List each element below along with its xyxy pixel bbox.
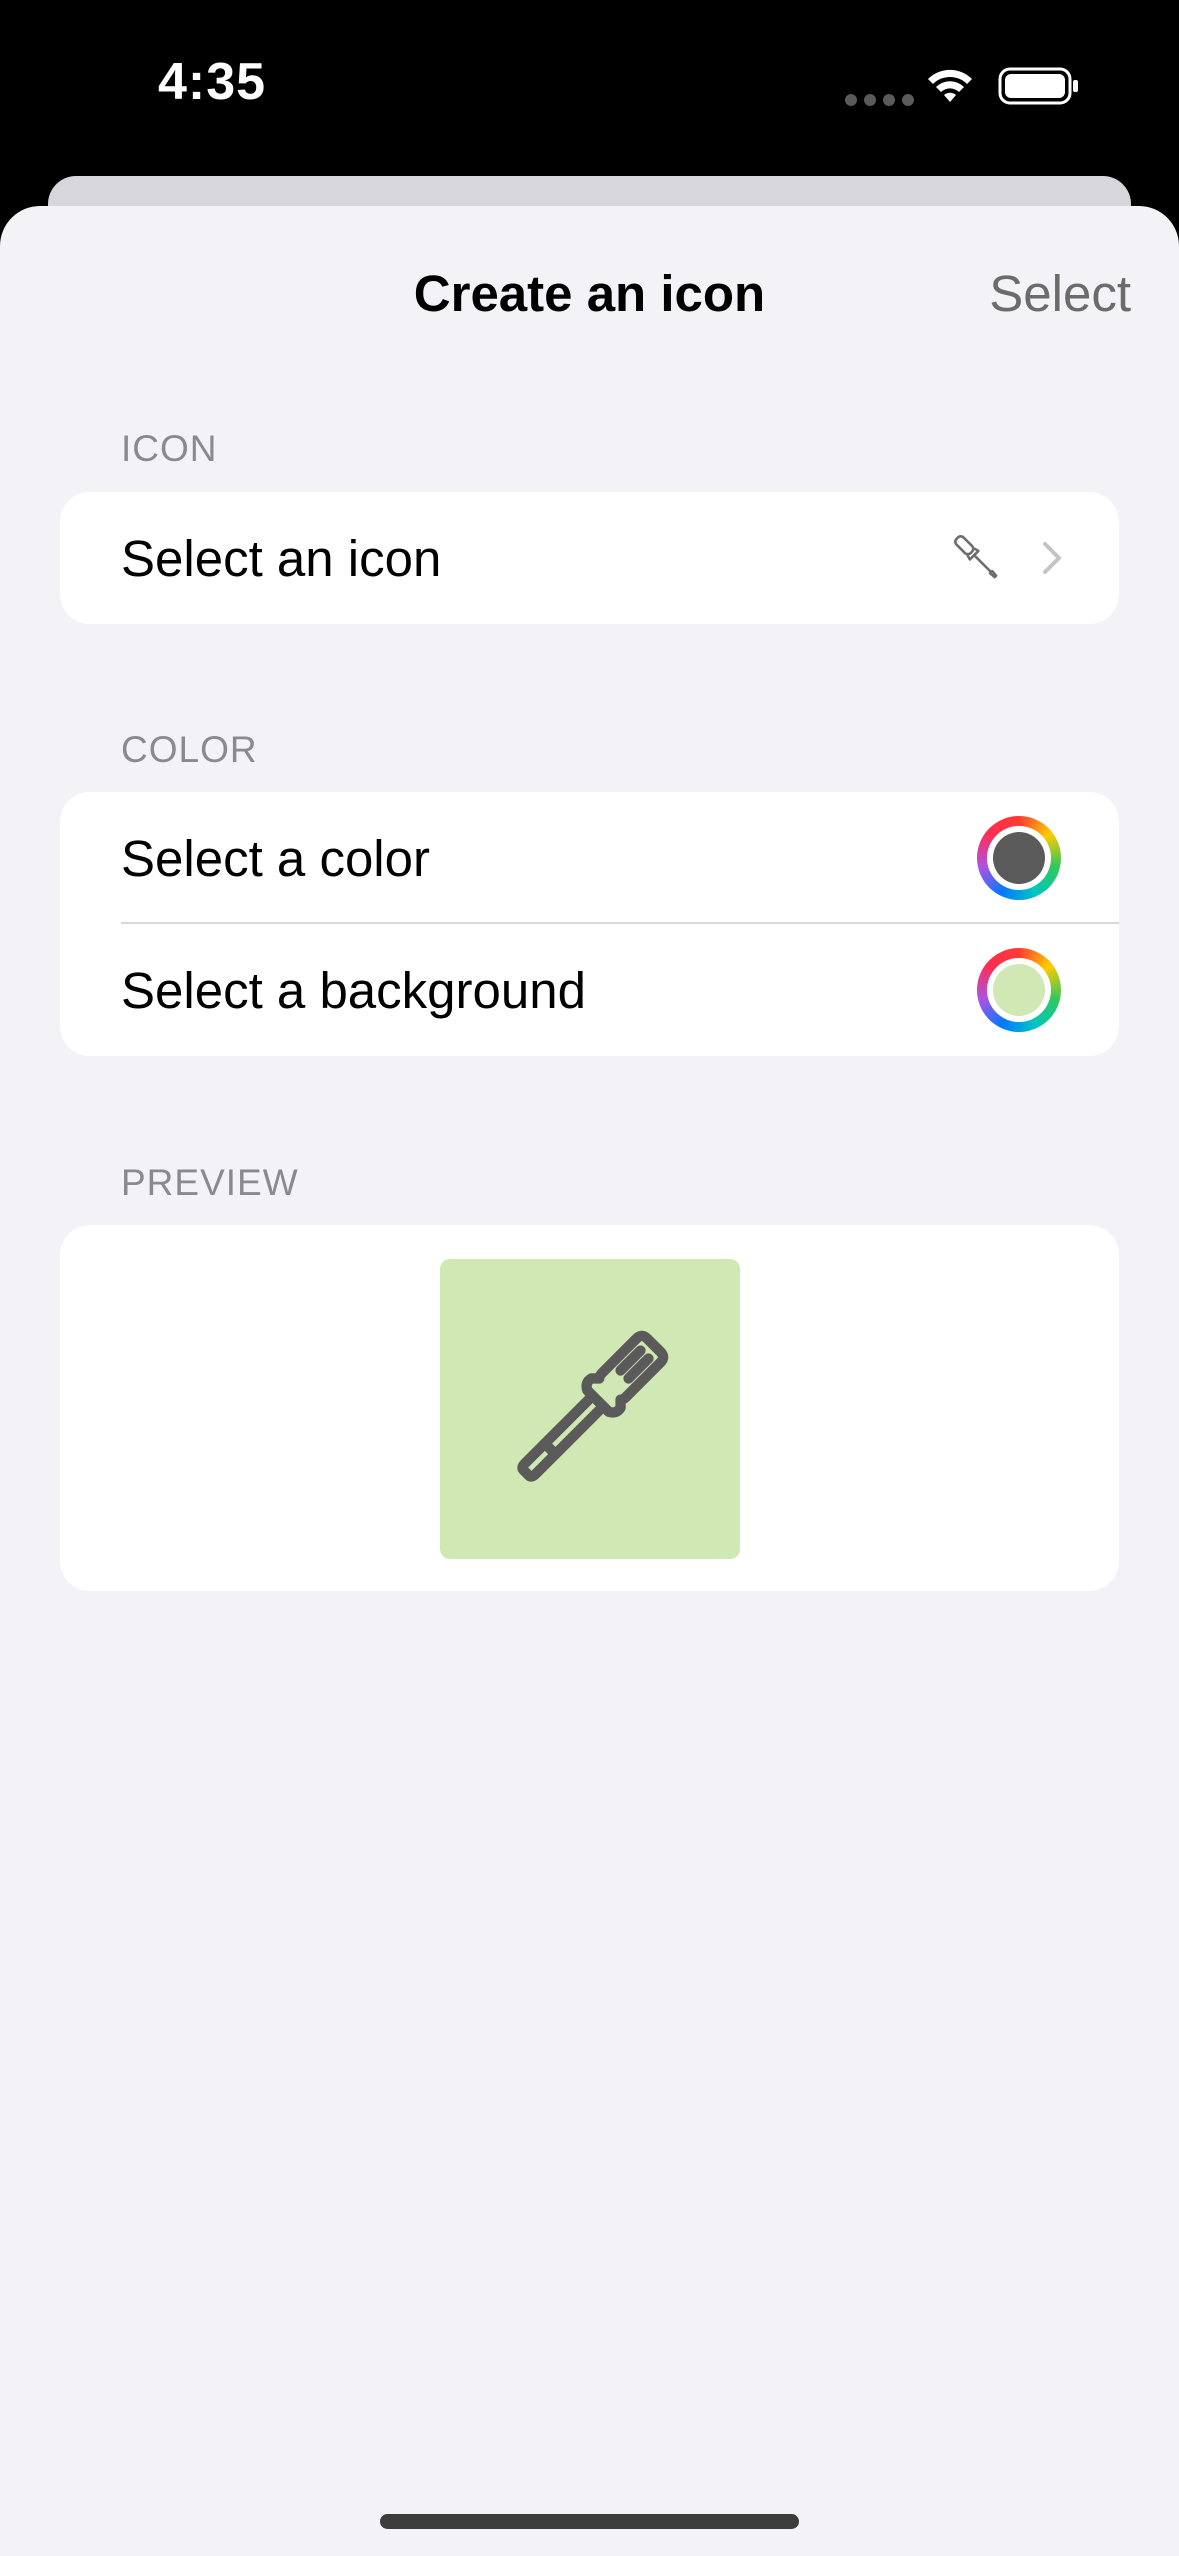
color-group: Select a color Select a background — [60, 792, 1119, 1056]
section-header-preview: PREVIEW — [121, 1162, 299, 1203]
battery-icon — [998, 67, 1078, 105]
screwdriver-icon — [517, 1330, 669, 1482]
select-color-label: Select a color — [121, 829, 430, 887]
select-background-label: Select a background — [121, 961, 586, 1019]
screwdriver-icon — [954, 535, 998, 579]
home-indicator[interactable] — [380, 2514, 799, 2529]
create-icon-sheet: Create an icon Select ICON Select an ico… — [0, 206, 1179, 2556]
select-icon-row[interactable]: Select an icon — [60, 492, 1119, 624]
background-swatch — [993, 964, 1045, 1016]
icon-group: Select an icon — [60, 492, 1119, 624]
color-picker-well[interactable] — [977, 816, 1061, 900]
chevron-right-icon — [1043, 542, 1061, 574]
background-picker-well[interactable] — [977, 948, 1061, 1032]
color-swatch — [993, 832, 1045, 884]
icon-preview-tile — [440, 1259, 740, 1559]
select-background-row[interactable]: Select a background — [60, 924, 1119, 1056]
select-icon-label: Select an icon — [121, 529, 442, 587]
section-header-icon: ICON — [121, 428, 218, 469]
cellular-signal-icon — [845, 94, 914, 106]
select-button[interactable]: Select — [989, 264, 1131, 323]
wifi-icon — [928, 69, 972, 102]
select-color-row[interactable]: Select a color — [60, 792, 1119, 924]
section-header-color: COLOR — [121, 729, 258, 770]
preview-group — [60, 1225, 1119, 1591]
status-time: 4:35 — [158, 53, 267, 111]
status-bar: 4:35 — [0, 0, 1179, 180]
